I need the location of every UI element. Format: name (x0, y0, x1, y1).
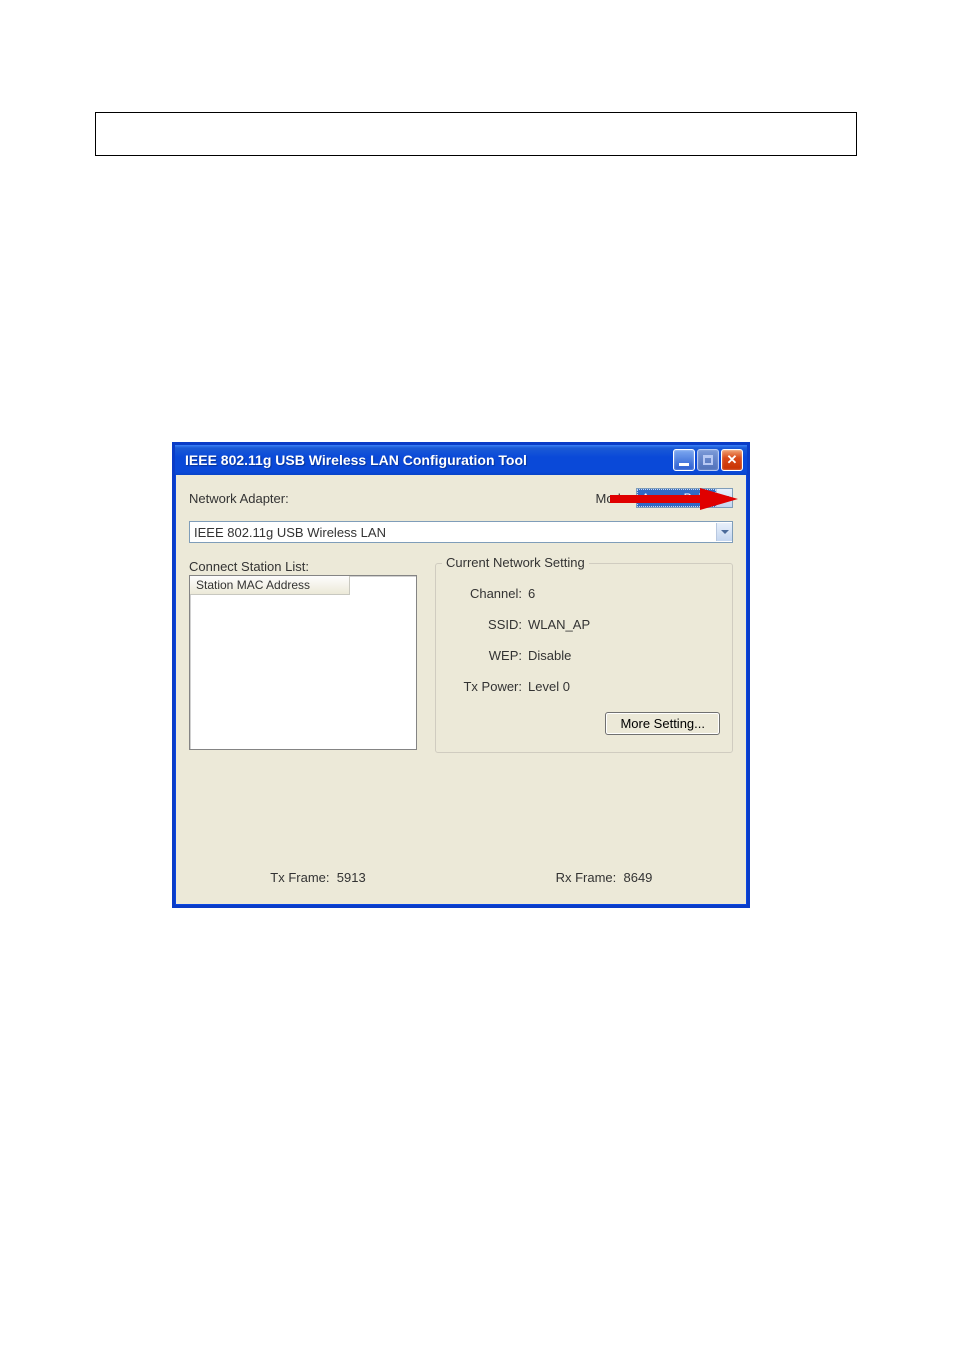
adapter-dropdown[interactable]: IEEE 802.11g USB Wireless LAN (189, 521, 733, 543)
wep-label: WEP: (448, 648, 528, 663)
client-area: Network Adapter: Mode: Access Point IEEE… (175, 475, 747, 905)
window-title: IEEE 802.11g USB Wireless LAN Configurat… (185, 452, 527, 468)
station-list-header[interactable]: Station MAC Address (190, 576, 350, 595)
adapter-dropdown-value: IEEE 802.11g USB Wireless LAN (194, 525, 386, 540)
window-controls (673, 449, 743, 471)
mode-wrap: Mode: Access Point (595, 488, 733, 508)
main-columns: Connect Station List: Station MAC Addres… (189, 559, 733, 753)
close-button[interactable] (721, 449, 743, 471)
connect-station-label: Connect Station List: (189, 559, 417, 574)
maximize-icon (703, 455, 713, 465)
tx-frame-value: 5913 (337, 870, 366, 885)
minimize-icon (679, 463, 689, 466)
channel-value: 6 (528, 586, 535, 601)
left-column: Connect Station List: Station MAC Addres… (189, 559, 417, 753)
rx-frame-stat: Rx Frame: 8649 (461, 870, 747, 885)
app-window: IEEE 802.11g USB Wireless LAN Configurat… (172, 442, 750, 908)
wep-value: Disable (528, 648, 571, 663)
titlebar[interactable]: IEEE 802.11g USB Wireless LAN Configurat… (175, 445, 747, 475)
footer-stats: Tx Frame: 5913 Rx Frame: 8649 (175, 870, 747, 885)
close-icon (727, 453, 738, 467)
txpower-row: Tx Power: Level 0 (448, 679, 720, 694)
mode-dropdown[interactable]: Access Point (636, 488, 733, 508)
ssid-label: SSID: (448, 617, 528, 632)
channel-label: Channel: (448, 586, 528, 601)
chevron-down-icon (716, 489, 732, 507)
network-adapter-label: Network Adapter: (189, 491, 289, 506)
mode-dropdown-value: Access Point (637, 489, 716, 507)
page-outer-border (95, 112, 857, 156)
txpower-value: Level 0 (528, 679, 570, 694)
ssid-value: WLAN_AP (528, 617, 590, 632)
minimize-button[interactable] (673, 449, 695, 471)
rx-frame-value: 8649 (623, 870, 652, 885)
rx-frame-label: Rx Frame: (556, 870, 617, 885)
chevron-down-icon (716, 523, 732, 541)
txpower-label: Tx Power: (448, 679, 528, 694)
current-network-setting-group: Current Network Setting Channel: 6 SSID:… (435, 563, 733, 753)
ssid-row: SSID: WLAN_AP (448, 617, 720, 632)
groupbox-title: Current Network Setting (442, 555, 589, 570)
tx-frame-label: Tx Frame: (270, 870, 329, 885)
more-setting-button[interactable]: More Setting... (605, 712, 720, 735)
tx-frame-stat: Tx Frame: 5913 (175, 870, 461, 885)
right-column: Current Network Setting Channel: 6 SSID:… (435, 559, 733, 753)
channel-row: Channel: 6 (448, 586, 720, 601)
top-row: Network Adapter: Mode: Access Point (189, 487, 733, 509)
mode-label: Mode: (595, 491, 631, 506)
maximize-button (697, 449, 719, 471)
wep-row: WEP: Disable (448, 648, 720, 663)
station-list[interactable]: Station MAC Address (189, 575, 417, 750)
